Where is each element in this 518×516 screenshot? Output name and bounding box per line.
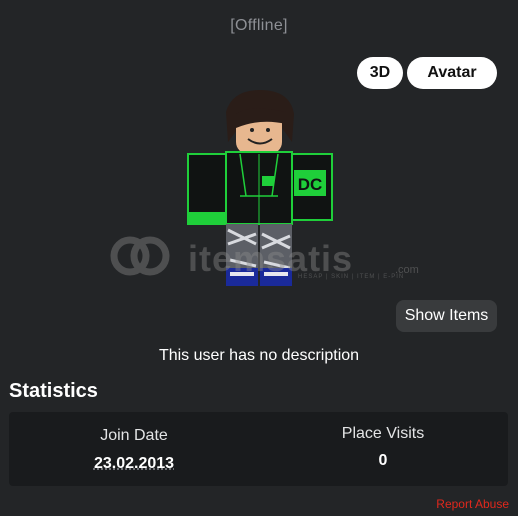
statistics-panel: Join Date 23.02.2013 Place Visits 0 bbox=[9, 412, 508, 486]
svg-text:DC: DC bbox=[298, 175, 323, 194]
watermark-suffix: .com bbox=[395, 264, 419, 276]
profile-description: This user has no description bbox=[158, 347, 360, 364]
stat-place-visits: Place Visits 0 bbox=[258, 412, 508, 486]
watermark-logo: itemsatis HESAP | SKIN | ITEM | E-PIN .c… bbox=[108, 234, 419, 284]
profile-page: [Offline] 3D Avatar DC itemsatis HESAP |… bbox=[0, 0, 518, 516]
statistics-heading: Statistics bbox=[9, 380, 98, 402]
watermark-tagline: HESAP | SKIN | ITEM | E-PIN bbox=[298, 274, 405, 280]
stat-label: Place Visits bbox=[341, 425, 425, 442]
watermark-icon bbox=[110, 236, 170, 276]
stat-value: 0 bbox=[378, 452, 388, 469]
stat-join-date: Join Date 23.02.2013 bbox=[9, 412, 259, 486]
stat-label: Join Date bbox=[100, 427, 168, 444]
report-abuse-link[interactable]: Report Abuse bbox=[436, 497, 509, 511]
view-avatar-button[interactable]: Avatar bbox=[407, 57, 497, 89]
presence-status: [Offline] bbox=[230, 17, 288, 34]
stat-value: 23.02.2013 bbox=[93, 455, 175, 472]
show-items-button[interactable]: Show Items bbox=[396, 300, 497, 332]
